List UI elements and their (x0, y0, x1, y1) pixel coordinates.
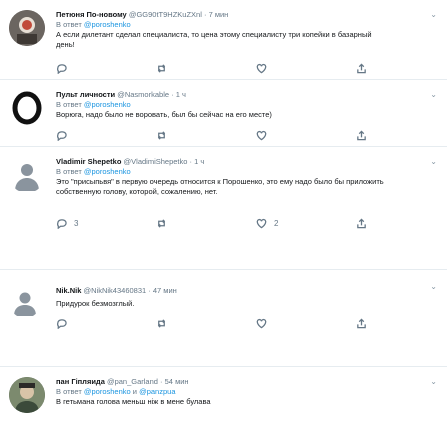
avatar[interactable] (9, 90, 45, 126)
reply-mention[interactable]: @poroshenko (84, 20, 131, 29)
timestamp[interactable]: 54 мин (165, 377, 189, 386)
reply-conjunction: и (132, 387, 137, 396)
separator-dot: · (171, 90, 174, 99)
timestamp[interactable]: 7 мин (209, 10, 229, 19)
reply-context: В ответ @poroshenko и @panzpua (56, 387, 435, 397)
tweet: Петюня По-новому @GG90tT9HZKuZXnl · 7 ми… (0, 0, 447, 80)
share-icon (357, 129, 366, 140)
chevron-down-icon[interactable]: ⌄ (430, 10, 437, 19)
reply-context: В ответ @poroshenko (56, 100, 435, 110)
display-name[interactable]: Пульт личности (56, 90, 115, 99)
tweet-header: Vladimir Shepetko @VladimiShepetko · 1 ч (56, 157, 435, 167)
separator-dot: · (148, 286, 151, 295)
reply-prefix: В ответ (56, 20, 82, 29)
reply-icon (57, 63, 67, 74)
like-button[interactable] (256, 129, 274, 141)
share-button[interactable] (356, 317, 367, 329)
retweet-button[interactable] (156, 217, 174, 229)
tweet: Пульт личности @Nasmorkable · 1 ч В отве… (0, 80, 447, 147)
display-name[interactable]: Vladimir Shepetko (56, 157, 121, 166)
tweet-header: Пульт личности @Nasmorkable · 1 ч (56, 90, 435, 100)
tweet: Vladimir Shepetko @VladimiShepetko · 1 ч… (0, 147, 447, 270)
like-button[interactable]: 2 (256, 217, 278, 229)
reply-mention[interactable]: @poroshenko (84, 100, 131, 109)
separator-dot: · (203, 10, 207, 19)
tweet-actions (56, 129, 396, 141)
retweet-icon (157, 63, 166, 73)
like-button[interactable] (256, 317, 274, 329)
retweet-icon (157, 130, 166, 140)
reply-context: В ответ @poroshenko (56, 20, 435, 30)
timestamp[interactable]: 47 мин (153, 286, 177, 295)
tweet-actions (56, 62, 396, 74)
share-icon (357, 62, 366, 73)
reply-prefix: В ответ (56, 167, 82, 176)
retweet-button[interactable] (156, 62, 174, 74)
tweet-text: В гетьмана голова меньш ніж в мене булав… (56, 397, 211, 406)
reply-button[interactable] (56, 317, 74, 329)
separator-dot: · (160, 377, 163, 386)
reply-button[interactable]: 3 (56, 217, 78, 229)
chevron-down-icon[interactable]: ⌄ (430, 90, 437, 99)
display-name[interactable]: Nik.Nik (56, 286, 81, 295)
user-handle[interactable]: @pan_Garland (107, 377, 158, 386)
tweet-text: А если дилетант сделал специалиста, то ц… (56, 30, 372, 49)
reply-prefix: В ответ (56, 100, 82, 109)
tweet-text: Ворюга, надо было не воровать, был бы се… (56, 110, 272, 119)
heart-icon (256, 63, 267, 73)
user-handle[interactable]: @NikNik43460831 (84, 286, 147, 295)
reply-icon (57, 130, 67, 141)
avatar[interactable] (9, 10, 45, 46)
tweet: пан Гіпляида @pan_Garland · 54 мин В отв… (0, 367, 447, 434)
heart-icon (256, 318, 267, 328)
reply-icon (57, 318, 67, 329)
timestamp[interactable]: 1 ч (194, 157, 204, 166)
tweet: Nik.Nik @NikNik43460831 · 47 мин Придуро… (0, 270, 447, 367)
reply-count: 3 (74, 218, 79, 228)
user-handle[interactable]: @Nasmorkable (117, 90, 169, 99)
tweet-text: Придурок безмозглый. (56, 299, 135, 308)
share-button[interactable] (356, 62, 367, 74)
avatar[interactable] (9, 286, 41, 318)
retweet-icon (157, 318, 166, 328)
reply-mention[interactable]: @poroshenko (84, 167, 131, 176)
reply-button[interactable] (56, 129, 74, 141)
user-handle[interactable]: @GG90tT9HZKuZXnl (129, 10, 202, 19)
separator-dot: · (189, 157, 193, 166)
display-name[interactable]: Петюня По-новому (56, 10, 127, 19)
retweet-button[interactable] (156, 129, 174, 141)
user-handle[interactable]: @VladimiShepetko (124, 157, 188, 166)
heart-icon (256, 218, 267, 228)
reply-button[interactable] (56, 62, 74, 74)
display-name[interactable]: пан Гіпляида (56, 377, 105, 386)
reply-icon (57, 218, 67, 229)
tweet-header: Nik.Nik @NikNik43460831 · 47 мин (56, 286, 435, 296)
share-button[interactable] (356, 129, 367, 141)
like-count: 2 (274, 218, 279, 228)
share-icon (357, 217, 366, 228)
retweet-icon (157, 218, 166, 228)
chevron-down-icon[interactable]: ⌄ (430, 157, 437, 166)
reply-prefix: В ответ (56, 387, 82, 396)
reply-mention[interactable]: @poroshenko (84, 387, 131, 396)
tweet-header: пан Гіпляида @pan_Garland · 54 мин (56, 377, 435, 387)
reply-mention[interactable]: @panzpua (139, 387, 175, 396)
avatar[interactable] (9, 377, 45, 413)
share-icon (357, 317, 366, 328)
chevron-down-icon[interactable]: ⌄ (430, 377, 437, 386)
tweet-text: Это "присыпьвя" в первую очередь относит… (56, 177, 384, 196)
avatar[interactable] (9, 157, 45, 193)
tweet-actions: 3 2 (56, 217, 396, 229)
share-button[interactable] (356, 217, 367, 229)
chevron-down-icon[interactable]: ⌄ (430, 282, 437, 291)
timestamp[interactable]: 1 ч (176, 90, 186, 99)
reply-context: В ответ @poroshenko (56, 167, 435, 177)
like-button[interactable] (256, 62, 274, 74)
retweet-button[interactable] (156, 317, 174, 329)
heart-icon (256, 130, 267, 140)
tweet-header: Петюня По-новому @GG90tT9HZKuZXnl · 7 ми… (56, 10, 435, 20)
tweet-actions (56, 317, 396, 329)
